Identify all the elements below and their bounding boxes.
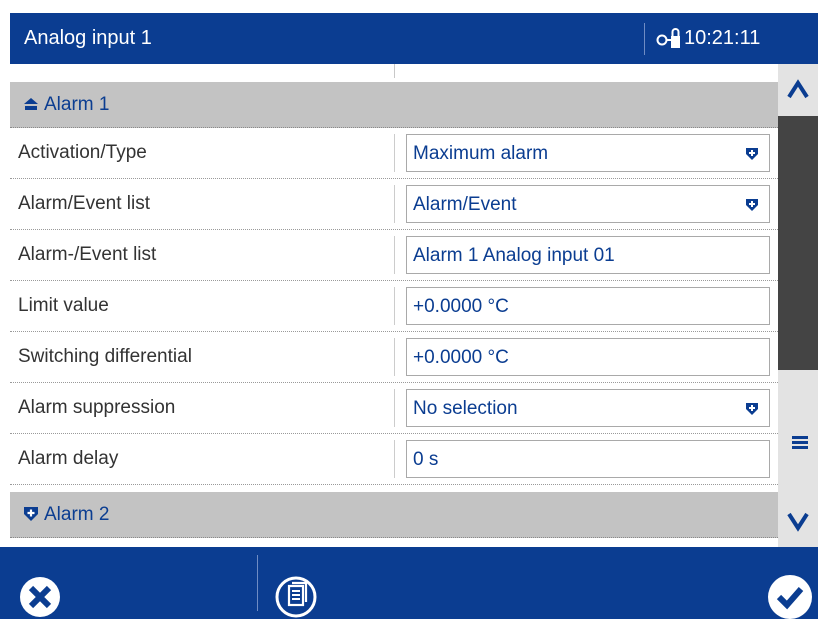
row-label: Limit value — [18, 295, 109, 316]
parameter-list: Alarm 1 Activation/Type Maximum alarm Al… — [10, 64, 778, 547]
scroll-down-button[interactable] — [778, 496, 818, 547]
activation-type-select[interactable]: Maximum alarm — [406, 134, 770, 172]
collapse-icon — [24, 98, 38, 110]
cancel-button[interactable] — [0, 547, 80, 619]
field-value: No selection — [413, 398, 518, 419]
chevron-up-icon — [787, 79, 809, 99]
field-value: Maximum alarm — [413, 143, 549, 164]
document-button[interactable] — [258, 547, 338, 619]
scroll-thumb[interactable] — [778, 116, 818, 370]
document-icon — [275, 576, 317, 618]
column-divider — [394, 338, 395, 376]
alarm-delay-input[interactable]: 0 s — [406, 440, 770, 478]
title-bar: Analog input 1 10:21:11 — [0, 0, 818, 64]
scrollbar[interactable] — [778, 64, 818, 547]
column-divider — [394, 287, 395, 325]
checkmark-icon — [768, 575, 812, 619]
row-label: Switching differential — [18, 346, 192, 367]
row-label: Alarm-/Event list — [18, 244, 157, 265]
section-label: Alarm 2 — [44, 504, 110, 525]
section-label: Alarm 1 — [44, 94, 110, 115]
ok-button[interactable] — [738, 547, 818, 619]
footer-bar — [0, 547, 818, 619]
field-value: +0.0000 °C — [413, 347, 509, 368]
dropdown-icon — [746, 403, 758, 415]
field-value: Alarm/Event — [413, 194, 517, 215]
chevron-down-icon — [787, 512, 809, 532]
row-label: Alarm delay — [18, 448, 119, 469]
field-value: +0.0000 °C — [413, 296, 509, 317]
row-alarm-suppression: Alarm suppression No selection — [10, 383, 778, 434]
row-label: Alarm/Event list — [18, 193, 150, 214]
column-divider — [394, 185, 395, 223]
dropdown-icon — [746, 148, 758, 160]
switching-differential-input[interactable]: +0.0000 °C — [406, 338, 770, 376]
scroll-up-button[interactable] — [778, 64, 818, 116]
alarm-suppression-select[interactable]: No selection — [406, 389, 770, 427]
column-divider — [394, 389, 395, 427]
clock-time: 10:21:11 — [684, 27, 761, 49]
row-limit-value: Limit value +0.0000 °C — [10, 281, 778, 332]
row-switching-differential: Switching differential +0.0000 °C — [10, 332, 778, 383]
row-label: Alarm suppression — [18, 397, 176, 418]
page-title: Analog input 1 — [24, 27, 152, 49]
row-activation-type: Activation/Type Maximum alarm — [10, 128, 778, 179]
column-divider — [394, 64, 395, 78]
row-alarm-event-list: Alarm/Event list Alarm/Event — [10, 179, 778, 230]
close-icon — [20, 577, 60, 617]
title-divider — [644, 23, 645, 55]
list-top-gap — [10, 64, 778, 82]
dropdown-icon — [746, 199, 758, 211]
row-alarm-event-text: Alarm-/Event list Alarm 1 Analog input 0… — [10, 230, 778, 281]
scroll-menu-button[interactable] — [778, 424, 818, 460]
row-alarm-delay: Alarm delay 0 s — [10, 434, 778, 485]
alarm-event-list-select[interactable]: Alarm/Event — [406, 185, 770, 223]
column-divider — [394, 134, 395, 172]
field-value: 0 s — [413, 449, 439, 470]
limit-value-input[interactable]: +0.0000 °C — [406, 287, 770, 325]
section-header-alarm-1[interactable]: Alarm 1 — [10, 82, 778, 128]
menu-icon — [792, 436, 808, 449]
row-label: Activation/Type — [18, 142, 147, 163]
section-header-alarm-2[interactable]: Alarm 2 — [10, 492, 778, 538]
field-value: Alarm 1 Analog input 01 — [413, 245, 615, 266]
column-divider — [394, 236, 395, 274]
lock-icon — [656, 28, 680, 48]
column-divider — [394, 440, 395, 478]
title-bar-inner: Analog input 1 10:21:11 — [10, 13, 818, 64]
alarm-event-text-input[interactable]: Alarm 1 Analog input 01 — [406, 236, 770, 274]
expand-icon — [24, 507, 38, 521]
